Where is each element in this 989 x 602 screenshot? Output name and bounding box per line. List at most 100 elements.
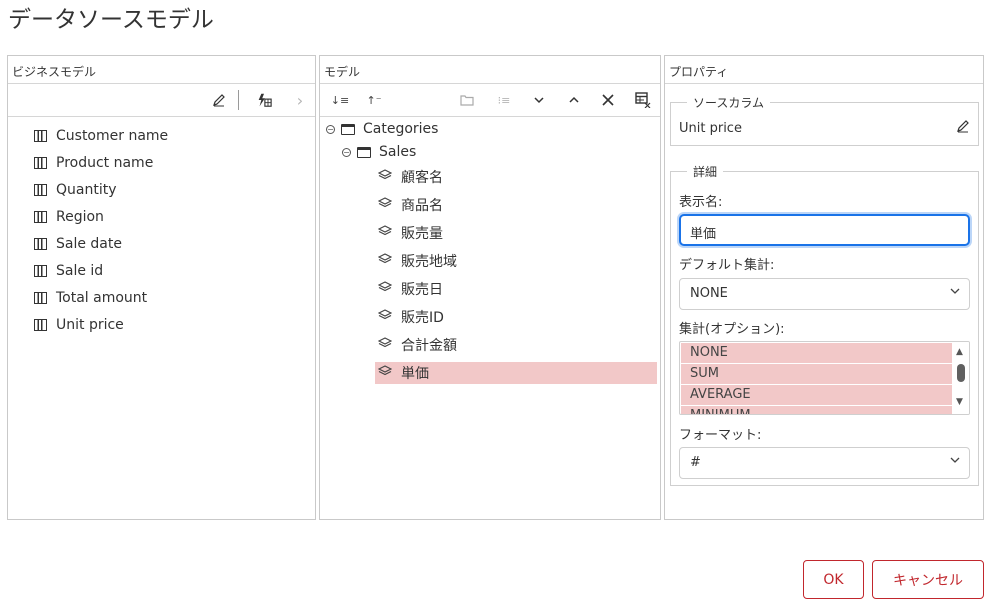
business-model-panel: ビジネスモデル › Customer name Product name Quant… (7, 55, 316, 520)
tree-leaf-item[interactable]: 顧客名 (375, 166, 657, 188)
folder-icon[interactable] (459, 92, 475, 108)
aggregation-option[interactable]: AVERAGE (681, 385, 952, 405)
business-model-item[interactable]: Customer name (34, 126, 168, 146)
aggregation-option[interactable]: SUM (681, 364, 952, 384)
layers-icon (377, 253, 393, 269)
source-column-group: ソースカラム Unit price (670, 94, 979, 146)
aggregation-option[interactable]: NONE (681, 343, 952, 363)
default-aggregation-label: デフォルト集計: (679, 258, 775, 273)
model-panel: モデル ↓≡ ↑⁻ ⁝≡ − Categories − Sales 顧客名商品名… (319, 55, 661, 520)
ok-button[interactable]: OK (803, 560, 864, 599)
business-model-item[interactable]: Quantity (34, 180, 117, 200)
collapse-icon[interactable]: − (342, 147, 351, 157)
details-group: 詳細 表示名: 単価 デフォルト集計: NONE 集計(オプション): NONE… (670, 163, 979, 486)
column-icon (34, 211, 47, 223)
tree-leaf-item[interactable]: 単価 (375, 362, 657, 384)
scroll-up-arrow-icon[interactable]: ▲ (956, 347, 963, 357)
tree-leaf-label: 単価 (401, 366, 429, 382)
scroll-down-arrow-icon[interactable]: ▼ (956, 397, 963, 407)
business-model-item[interactable]: Sale date (34, 234, 122, 254)
aggregation-options: NONESUMAVERAGEMINIMUM (680, 343, 969, 414)
business-model-item[interactable]: Region (34, 207, 104, 227)
tree-node-label: Categories (363, 121, 439, 137)
details-legend: 詳細 (687, 163, 724, 180)
layers-icon (377, 365, 393, 381)
business-model-item-label: Product name (56, 155, 154, 171)
business-model-item-label: Region (56, 209, 104, 225)
tree-leaf-label: 販売ID (401, 310, 444, 326)
business-model-item-label: Sale id (56, 263, 104, 279)
aggregation-option[interactable]: MINIMUM (681, 406, 952, 414)
edit-source-pencil-icon[interactable] (956, 119, 970, 137)
business-model-item-label: Unit price (56, 317, 124, 333)
sort-up-icon[interactable]: ↑⁻ (366, 92, 382, 108)
chevron-down-icon[interactable] (531, 92, 547, 108)
cancel-button[interactable]: キャンセル (872, 560, 984, 599)
folder-icon (341, 123, 355, 135)
close-icon[interactable] (600, 92, 616, 108)
default-aggregation-value: NONE (690, 286, 728, 301)
layers-icon (377, 309, 393, 325)
pencil-icon[interactable] (211, 92, 227, 108)
properties-header: プロパティ (665, 56, 983, 84)
column-icon (34, 265, 47, 277)
business-model-item-label: Customer name (56, 128, 169, 144)
default-aggregation-select[interactable]: NONE (679, 278, 970, 310)
collapse-icon[interactable]: − (326, 124, 335, 134)
model-toolbar: ↓≡ ↑⁻ ⁝≡ (320, 84, 660, 117)
format-value: # (690, 455, 701, 470)
business-model-item-label: Quantity (56, 182, 117, 198)
sort-down-icon[interactable]: ↓≡ (331, 92, 349, 108)
tree-leaf-item[interactable]: 販売量 (375, 222, 657, 244)
business-model-item[interactable]: Total amount (34, 288, 147, 308)
business-model-item[interactable]: Unit price (34, 315, 124, 335)
column-icon (34, 238, 47, 250)
tree-leaf-item[interactable]: 合計金額 (375, 334, 657, 356)
tree-leaf-item[interactable]: 販売日 (375, 278, 657, 300)
business-model-item-label: Total amount (56, 290, 148, 306)
aggregation-options-listbox[interactable]: NONESUMAVERAGEMINIMUM ▲ ▼ (679, 341, 970, 415)
page-title: データソースモデル (8, 7, 214, 33)
list-icon[interactable]: ⁝≡ (496, 92, 512, 108)
tree-leaf-item[interactable]: 販売ID (375, 306, 657, 328)
business-model-toolbar: › (8, 84, 315, 117)
tree-leaf-label: 販売地域 (401, 254, 457, 270)
layers-icon (377, 169, 393, 185)
format-select[interactable]: # (679, 447, 970, 479)
business-model-item-label: Sale date (56, 236, 122, 252)
tree-leaf-label: 販売量 (401, 226, 443, 242)
model-header: モデル (320, 56, 660, 84)
tree-leaf-item[interactable]: 商品名 (375, 194, 657, 216)
format-label: フォーマット: (679, 428, 762, 443)
layers-icon (377, 281, 393, 297)
business-model-header: ビジネスモデル (8, 56, 315, 84)
display-name-input[interactable]: 単価 (679, 214, 970, 246)
column-icon (34, 292, 47, 304)
formula-icon[interactable] (256, 92, 272, 108)
table-delete-icon[interactable] (635, 92, 651, 108)
layers-icon (377, 225, 393, 241)
layers-icon (377, 337, 393, 353)
tree-leaf-label: 合計金額 (401, 338, 457, 354)
tree-node-label: Sales (379, 144, 417, 160)
scroll-thumb[interactable] (957, 364, 965, 382)
business-model-item[interactable]: Product name (34, 153, 153, 173)
source-column-value: Unit price (679, 121, 742, 136)
display-name-label: 表示名: (679, 195, 723, 210)
source-column-legend: ソースカラム (687, 94, 771, 111)
properties-panel: プロパティ ソースカラム Unit price 詳細 表示名: 単価 デフォルト… (664, 55, 984, 520)
chevron-right-icon[interactable]: › (292, 91, 308, 110)
tree-leaf-label: 商品名 (401, 198, 443, 214)
folder-icon (357, 146, 371, 158)
chevron-up-icon[interactable] (566, 92, 582, 108)
chevron-down-icon (950, 456, 960, 467)
business-model-item[interactable]: Sale id (34, 261, 103, 281)
tree-leaf-label: 顧客名 (401, 170, 443, 186)
tree-leaf-item[interactable]: 販売地域 (375, 250, 657, 272)
tree-node-categories[interactable]: − Categories (326, 118, 438, 140)
listbox-scrollbar[interactable]: ▲ ▼ (953, 342, 969, 414)
chevron-down-icon (950, 287, 960, 298)
toolbar-separator (238, 90, 239, 110)
tree-node-sales[interactable]: − Sales (342, 141, 416, 163)
aggregation-options-label: 集計(オプション): (679, 322, 785, 337)
